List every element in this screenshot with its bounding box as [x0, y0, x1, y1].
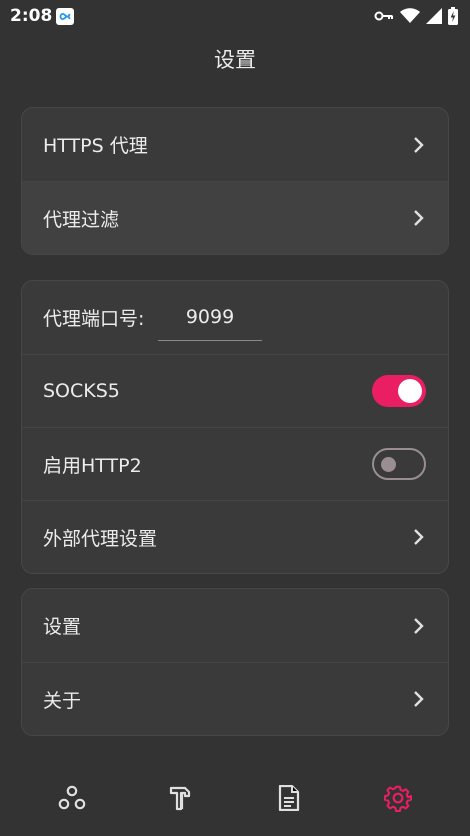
status-icons: [374, 6, 458, 26]
proxy-card: HTTPS 代理 代理过滤: [21, 107, 449, 255]
about-label: 关于: [43, 689, 82, 712]
https-proxy-label: HTTPS 代理: [43, 135, 148, 157]
misc-card: 设置 关于: [21, 588, 449, 736]
chevron-right-icon: [414, 136, 424, 153]
nav-document[interactable]: [259, 768, 319, 828]
socks5-row: SOCKS5: [22, 354, 448, 427]
port-row: 代理端口号: 9099: [22, 281, 448, 354]
socks5-toggle[interactable]: [372, 375, 426, 407]
chevron-right-icon: [414, 617, 424, 634]
signal-icon: [426, 8, 442, 24]
nav-settings[interactable]: [368, 768, 428, 828]
network-icon: [58, 785, 86, 810]
nav-network[interactable]: [42, 768, 102, 828]
tools-icon: [169, 786, 190, 811]
wifi-icon: [400, 8, 420, 23]
battery-icon: [448, 7, 458, 25]
chevron-right-icon: [414, 210, 424, 226]
vpn-key-icon: [374, 11, 393, 21]
settings-label: 设置: [43, 616, 82, 638]
port-input[interactable]: 9099: [158, 294, 262, 341]
document-icon: [279, 785, 300, 811]
page-title: 设置: [214, 48, 256, 72]
settings-item[interactable]: 设置: [22, 589, 448, 662]
chevron-right-icon: [414, 529, 424, 545]
http2-label: 启用HTTP2: [43, 454, 142, 477]
connection-card: 代理端口号: 9099 SOCKS5 启用HTTP2 外部代理设置: [21, 280, 449, 574]
bottom-nav: [0, 760, 470, 836]
about-item[interactable]: 关于: [22, 662, 448, 735]
http2-row: 启用HTTP2: [22, 427, 448, 500]
proxy-filter-item[interactable]: 代理过滤: [22, 181, 448, 254]
external-proxy-item[interactable]: 外部代理设置: [22, 500, 448, 573]
status-bar: 2:08: [0, 0, 470, 32]
https-proxy-item[interactable]: HTTPS 代理: [22, 108, 448, 181]
toggle-knob: [398, 379, 422, 403]
external-proxy-label: 外部代理设置: [43, 527, 158, 550]
toggle-knob: [381, 457, 396, 472]
port-value: 9099: [185, 306, 235, 328]
gear-icon: [383, 785, 412, 812]
socks5-label: SOCKS5: [43, 380, 120, 402]
status-time: 2:08: [10, 6, 53, 26]
infinity-app-icon: [56, 8, 74, 25]
nav-tools[interactable]: [151, 768, 211, 828]
http2-toggle[interactable]: [372, 448, 426, 480]
chevron-right-icon: [414, 691, 424, 707]
proxy-filter-label: 代理过滤: [43, 208, 120, 231]
